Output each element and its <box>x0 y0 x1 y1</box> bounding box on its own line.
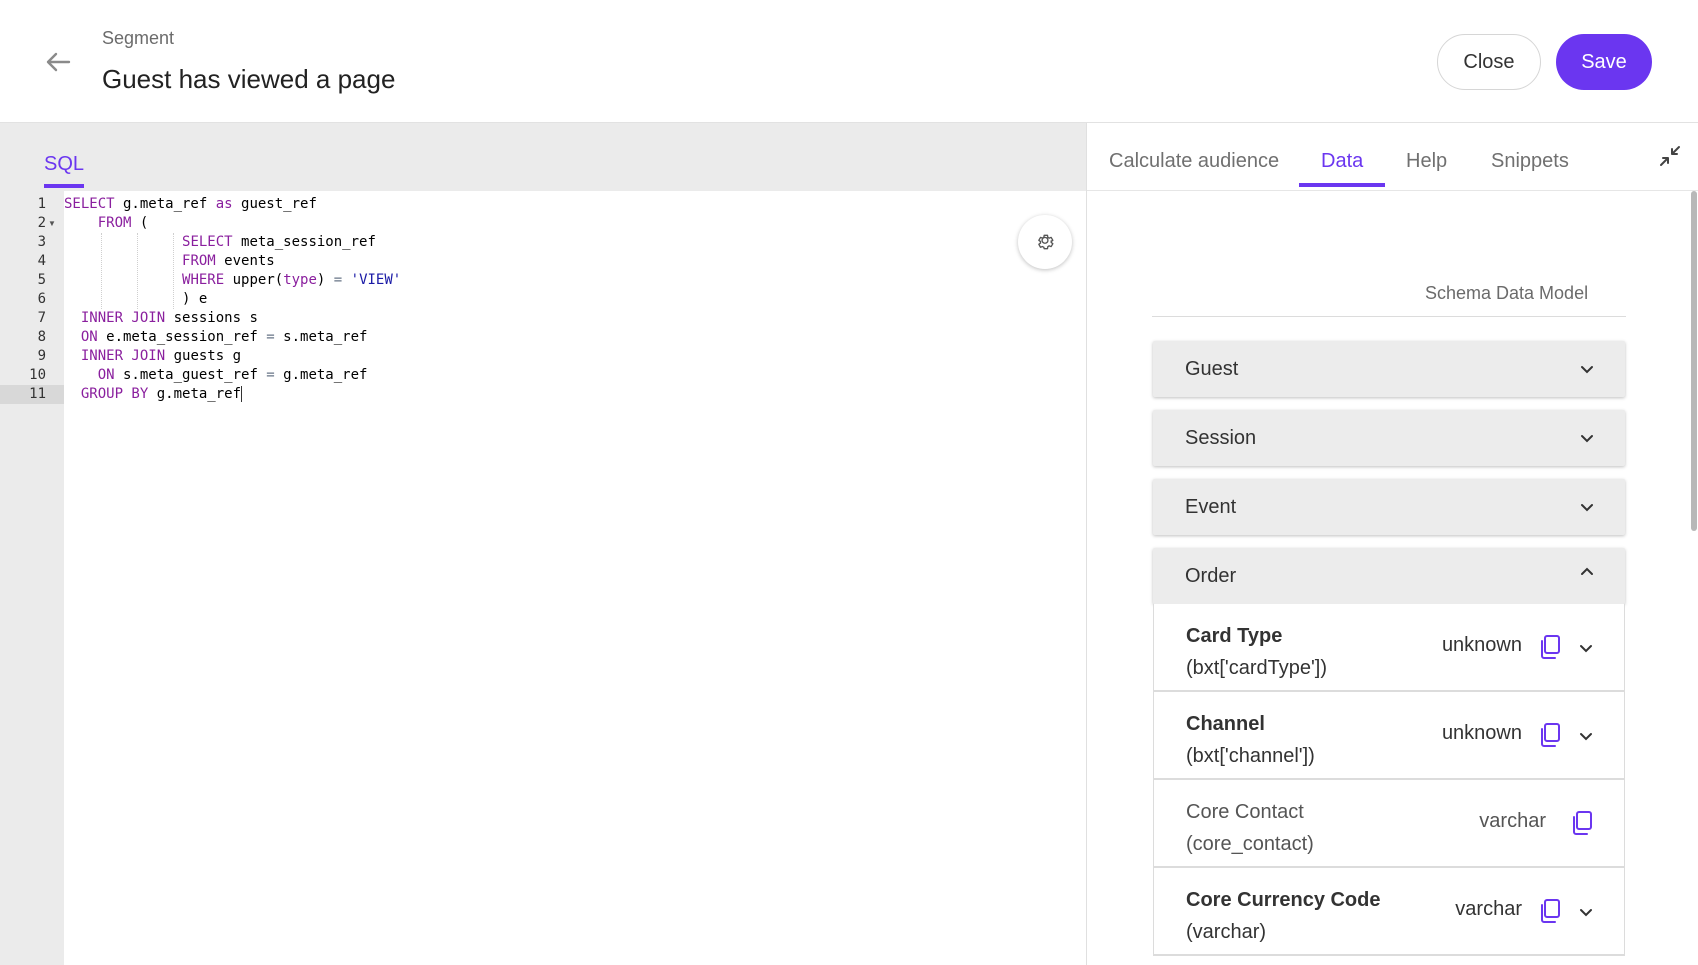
line-number-gutter: 1 2 ▼ 3 4 5 6 7 8 9 10 11 <box>0 191 64 965</box>
code-area[interactable]: SELECT g.meta_ref as guest_ref FROM ( SE… <box>64 191 1086 965</box>
code-line: INNER JOIN guests g <box>80 348 242 364</box>
accordion-event[interactable]: Event <box>1153 479 1625 535</box>
save-button[interactable]: Save <box>1556 34 1652 90</box>
close-button[interactable]: Close <box>1437 34 1541 90</box>
accordion-order[interactable]: Order <box>1153 548 1625 604</box>
sql-editor[interactable]: 1 2 ▼ 3 4 5 6 7 8 9 10 11 SELECT g.meta_… <box>0 191 1086 965</box>
code-line: SELECT meta_session_ref <box>182 234 376 250</box>
arrow-left-icon <box>46 52 71 72</box>
editor-panel: SQL 1 2 ▼ 3 4 5 6 7 8 9 10 11 SELECT g.m… <box>0 123 1086 965</box>
field-type: varchar <box>1455 898 1522 920</box>
copy-icon[interactable] <box>1538 898 1562 924</box>
tab-snippets[interactable]: Snippets <box>1491 150 1569 183</box>
data-panel: Calculate audience Data Help Snippets Sc… <box>1086 123 1698 965</box>
accordion-label: Event <box>1185 496 1237 518</box>
divider <box>1152 316 1626 317</box>
field-key: (bxt['channel']) <box>1186 745 1315 767</box>
editor-tabbar: SQL <box>0 123 1086 191</box>
line-number-active: 11 <box>0 385 64 404</box>
copy-icon[interactable] <box>1538 634 1562 660</box>
line-number: 7 <box>37 310 46 326</box>
field-label: Core Contact <box>1186 801 1304 823</box>
field-label: Card Type <box>1186 625 1283 647</box>
accordion-session[interactable]: Session <box>1153 410 1625 466</box>
fold-toggle-icon[interactable]: ▼ <box>48 214 58 233</box>
field-row-core-currency-code: Core Currency Code (varchar) varchar <box>1153 868 1625 956</box>
field-name: Channel (bxt['channel']) <box>1186 708 1315 772</box>
field-row-core-contact: Core Contact (core_contact) varchar <box>1153 780 1625 868</box>
panel-tabs: Calculate audience Data Help Snippets <box>1087 123 1698 191</box>
copy-icon[interactable] <box>1538 722 1562 748</box>
line-number: 6 <box>37 291 46 307</box>
chevron-up-icon <box>1581 567 1593 575</box>
code-line: FROM ( <box>97 215 149 231</box>
page-header: Segment Guest has viewed a page Close Sa… <box>0 0 1698 123</box>
chevron-down-icon[interactable] <box>1578 640 1594 656</box>
scrollbar-thumb[interactable] <box>1691 191 1697 531</box>
line-number: 5 <box>37 272 46 288</box>
gear-icon <box>1038 234 1054 250</box>
line-number: 9 <box>37 348 46 364</box>
field-key: (bxt['cardType']) <box>1186 657 1328 679</box>
chevron-down-icon[interactable] <box>1578 728 1594 744</box>
minimize-arrows-icon <box>1660 146 1680 166</box>
line-number: 3 <box>37 234 46 250</box>
line-number: 2 <box>37 215 46 231</box>
line-number: 8 <box>37 329 46 345</box>
field-type: unknown <box>1441 722 1522 744</box>
code-line: FROM events <box>182 253 275 269</box>
line-number: 10 <box>29 367 46 383</box>
chevron-down-icon <box>1581 435 1593 443</box>
tab-sql[interactable]: SQL <box>44 153 85 188</box>
code-line: WHERE upper(type) = 'VIEW' <box>182 272 402 288</box>
back-button[interactable] <box>40 46 76 78</box>
line-number: 4 <box>37 253 46 269</box>
field-type: unknown <box>1441 634 1522 656</box>
field-key: (varchar) <box>1186 921 1267 943</box>
breadcrumb[interactable]: Segment <box>102 28 174 49</box>
chevron-down-icon <box>1581 504 1593 512</box>
tab-calculate-audience[interactable]: Calculate audience <box>1109 150 1279 183</box>
code-line: ON e.meta_session_ref = s.meta_ref <box>80 329 368 345</box>
field-key: (core_contact) <box>1186 833 1314 855</box>
chevron-down-icon <box>1581 366 1593 374</box>
code-line: ) e <box>64 291 208 307</box>
schema-title: Schema Data Model <box>1425 283 1589 303</box>
field-name: Core Contact (core_contact) <box>1186 796 1314 860</box>
code-line: ON s.meta_guest_ref = g.meta_ref <box>97 367 368 383</box>
field-label: Channel <box>1186 713 1265 735</box>
accordion-label: Guest <box>1185 358 1239 380</box>
text-cursor <box>241 386 243 402</box>
code-line-active: GROUP BY g.meta_ref <box>80 386 243 402</box>
chevron-down-icon[interactable] <box>1578 904 1594 920</box>
accordion-label: Order <box>1185 565 1237 587</box>
editor-settings-button[interactable] <box>1018 215 1072 269</box>
tab-data[interactable]: Data <box>1299 150 1386 187</box>
copy-icon[interactable] <box>1570 810 1594 836</box>
field-name: Card Type (bxt['cardType']) <box>1186 620 1327 684</box>
field-row-channel: Channel (bxt['channel']) unknown <box>1153 692 1625 780</box>
code-line: SELECT g.meta_ref as guest_ref <box>64 196 317 212</box>
code-line: INNER JOIN sessions s <box>80 310 258 326</box>
field-row-card-type: Card Type (bxt['cardType']) unknown <box>1153 604 1625 692</box>
line-number: 1 <box>37 196 46 212</box>
accordion-label: Session <box>1185 427 1257 449</box>
field-label: Core Currency Code <box>1186 889 1381 911</box>
accordion-guest[interactable]: Guest <box>1153 341 1625 397</box>
tab-help[interactable]: Help <box>1406 150 1447 183</box>
field-type: varchar <box>1479 810 1546 832</box>
collapse-panel-button[interactable] <box>1659 145 1683 169</box>
page-title: Guest has viewed a page <box>102 64 396 94</box>
field-name: Core Currency Code (varchar) <box>1186 884 1381 948</box>
